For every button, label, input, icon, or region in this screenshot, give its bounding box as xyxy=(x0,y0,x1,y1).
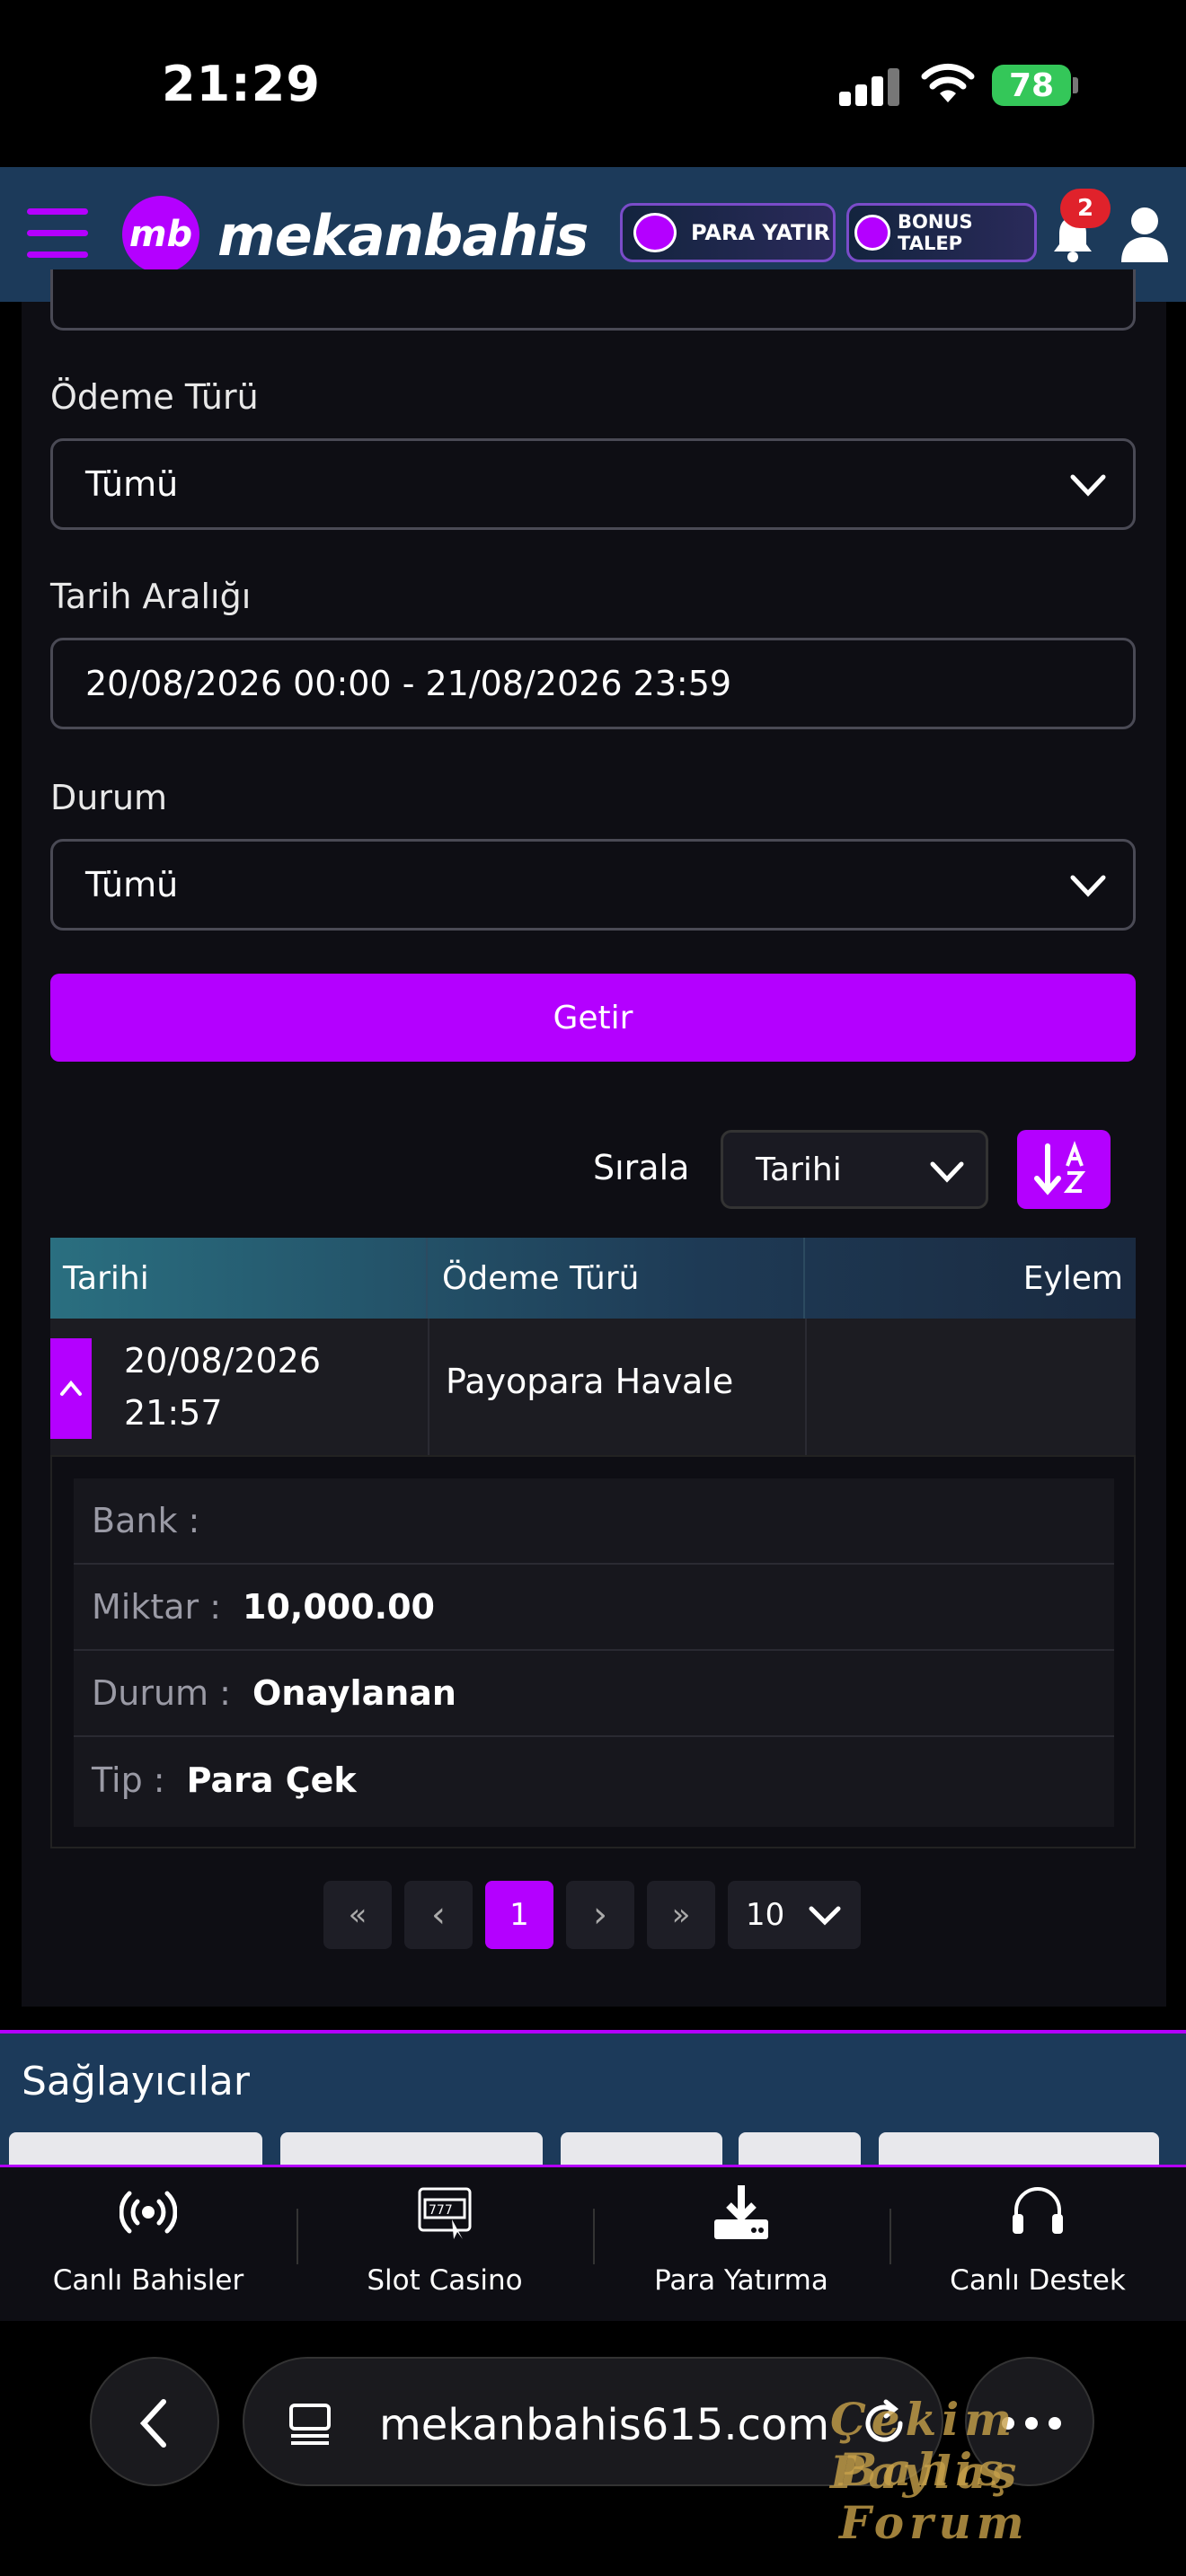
chevron-left-icon xyxy=(139,2399,166,2448)
browser-back-button[interactable] xyxy=(90,2357,219,2486)
provider-card[interactable] xyxy=(739,2132,861,2168)
row-payment-type: Payopara Havale xyxy=(446,1362,734,1401)
row-collapse-toggle[interactable] xyxy=(50,1338,92,1439)
date-range-input[interactable]: 20/08/2026 00:00 - 21/08/2026 23:59 xyxy=(50,638,1136,729)
notification-badge: 2 xyxy=(1060,189,1111,228)
detail-type: Tip : Para Çek xyxy=(92,1760,357,1800)
live-broadcast-icon xyxy=(119,2191,177,2234)
nav-live-support[interactable]: Canlı Destek xyxy=(890,2167,1186,2324)
slot-machine-icon: 777 xyxy=(418,2187,472,2239)
detail-bank: Bank : xyxy=(74,1478,1114,1565)
payment-type-label: Ödeme Türü xyxy=(50,377,259,417)
row-date: 20/08/2026 21:57 xyxy=(124,1341,322,1433)
wifi-icon xyxy=(921,63,975,102)
provider-card[interactable] xyxy=(561,2132,722,2168)
provider-card[interactable] xyxy=(9,2132,262,2168)
gift-icon xyxy=(854,215,890,251)
provider-card[interactable] xyxy=(280,2132,543,2168)
deposit-button[interactable]: PARA YATIR xyxy=(620,203,836,262)
download-icon xyxy=(714,2185,768,2239)
headset-icon xyxy=(1013,2187,1063,2234)
payment-type-select[interactable]: Tümü xyxy=(50,438,1136,530)
sort-label: Sırala xyxy=(593,1148,690,1187)
page-1-button[interactable]: 1 xyxy=(485,1881,553,1949)
providers-title: Sağlayıcılar xyxy=(22,2059,250,2104)
page-size-select[interactable]: 10 xyxy=(728,1881,861,1949)
status-label: Durum xyxy=(50,778,168,817)
watermark-line2: Bahis Forum xyxy=(839,2443,1030,2549)
bonus-request-button[interactable]: BONUS TALEP xyxy=(846,203,1037,262)
wallet-icon xyxy=(633,213,677,252)
bottom-navigation: Canlı Bahisler 777 Slot Casino Para Yatı… xyxy=(0,2165,1186,2321)
detail-status: Durum : Onaylanan xyxy=(74,1651,1114,1737)
logo-mark[interactable]: mb xyxy=(122,196,199,273)
chevron-up-icon xyxy=(60,1380,82,1396)
menu-icon[interactable] xyxy=(27,208,88,259)
last-page-button[interactable]: » xyxy=(647,1881,715,1949)
battery-indicator: 78 xyxy=(992,65,1071,106)
status-select[interactable]: Tümü xyxy=(50,839,1136,931)
user-icon[interactable] xyxy=(1120,205,1170,264)
battery-tip xyxy=(1073,77,1078,93)
sort-direction-button[interactable] xyxy=(1017,1130,1111,1209)
sort-select[interactable]: Tarihi xyxy=(721,1130,988,1209)
cell-divider xyxy=(805,1319,807,1455)
fetch-button[interactable]: Getir xyxy=(50,974,1136,1062)
nav-deposit[interactable]: Para Yatırma xyxy=(593,2167,890,2324)
chevron-down-icon xyxy=(1070,875,1106,897)
chevron-down-icon xyxy=(930,1161,964,1183)
svg-text:777: 777 xyxy=(429,2203,453,2218)
browser-toolbar: mekanbahis615.com Çekim Paylaş Bahis For… xyxy=(0,2321,1186,2576)
detail-amount: Miktar : 10,000.00 xyxy=(74,1565,1114,1651)
column-header-date[interactable]: Tarihi xyxy=(50,1238,428,1319)
status-time: 21:29 xyxy=(162,56,321,112)
cellular-signal-icon xyxy=(839,66,900,106)
url-text: mekanbahis615.com xyxy=(379,2400,830,2450)
table-header: Tarihi Ödeme Türü Eylem xyxy=(50,1238,1136,1319)
logo-text[interactable]: mekanbahis xyxy=(217,203,589,269)
column-header-action[interactable]: Eylem xyxy=(805,1238,1136,1319)
date-range-label: Tarih Aralığı xyxy=(50,577,252,616)
previous-field-partial[interactable] xyxy=(50,269,1136,331)
cell-divider xyxy=(428,1319,429,1455)
nav-slot-casino[interactable]: 777 Slot Casino xyxy=(296,2167,593,2324)
sort-alpha-icon xyxy=(1034,1141,1086,1195)
provider-card[interactable] xyxy=(879,2132,1159,2168)
providers-section: Sağlayıcılar xyxy=(0,2030,1186,2168)
row-details-container: Bank : Miktar : 10,000.00 Durum : Onayla… xyxy=(50,1455,1136,1848)
status-bar: 21:29 78 xyxy=(0,0,1186,167)
chevron-down-icon xyxy=(1070,474,1106,497)
row-details: Bank : Miktar : 10,000.00 Durum : Onayla… xyxy=(74,1478,1114,1827)
chevron-down-icon xyxy=(809,1906,841,1926)
prev-page-button[interactable]: ‹ xyxy=(404,1881,473,1949)
nav-live-betting[interactable]: Canlı Bahisler xyxy=(0,2167,296,2324)
tabs-icon xyxy=(289,2404,331,2445)
next-page-button[interactable]: › xyxy=(566,1881,634,1949)
column-header-payment-type[interactable]: Ödeme Türü xyxy=(428,1238,805,1319)
table-row[interactable]: 20/08/2026 21:57 Payopara Havale xyxy=(50,1319,1136,1455)
first-page-button[interactable]: « xyxy=(323,1881,392,1949)
